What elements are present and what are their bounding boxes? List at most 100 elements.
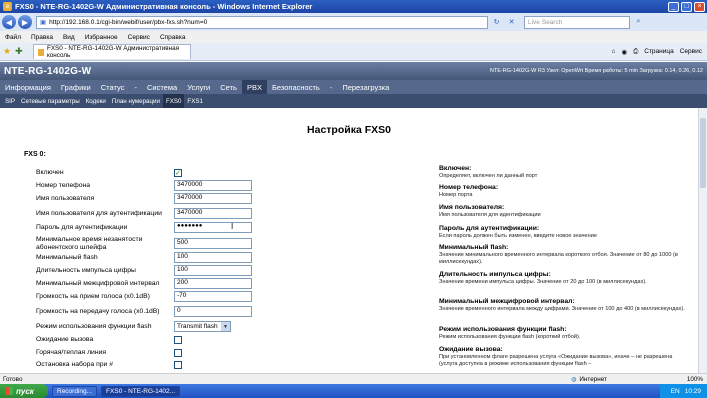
subnav-fxs0[interactable]: FXS0 [162,94,185,108]
auth-username-input[interactable]: 3470000 [174,208,252,219]
help-desc: Если пароль должен быть изменен, введите… [439,233,597,239]
globe-icon: ◍ [570,375,577,383]
field-min-flash: Минимальный flash 100 [36,251,266,264]
clock: 10:29 [684,387,701,395]
url-text: http://192.168.0.1/cgi-bin/webif/user/pb… [49,18,208,26]
nav-info[interactable]: Информация [0,80,56,94]
search-icon[interactable]: ⌕ [632,16,645,29]
help-desc: Режим использования функции flash (корот… [439,334,581,340]
tools-menu[interactable]: Сервис [680,48,702,55]
tx-gain-input[interactable]: 0 [174,306,252,317]
field-label: Громкость на передачу голоса (x0.1dB) [36,307,160,315]
page-menu[interactable]: Страница [644,48,673,55]
menu-favorites[interactable]: Избранное [85,34,118,41]
menu-view[interactable]: Вид [63,34,75,41]
close-button[interactable]: × [694,1,705,12]
help-item: Ожидание вызова: При установленном флаге… [439,346,689,368]
subnav-codecs[interactable]: Кодеки [83,94,109,108]
help-desc: Имя пользователя для идентификации [439,212,541,218]
field-call-waiting: Ожидание вызова [36,333,266,346]
call-waiting-checkbox[interactable] [174,335,182,344]
menu-help[interactable]: Справка [160,34,186,41]
section-title: FXS 0: [24,151,46,158]
nav-graphs[interactable]: Графики [56,80,96,94]
digit-pulse-input[interactable]: 100 [174,265,252,276]
menu-edit[interactable]: Правка [31,34,53,41]
auth-password-input[interactable]: ●●●●●●● [174,222,252,233]
minimize-button[interactable]: _ [668,1,679,12]
router-logo: NTE-RG-1402G-W [4,65,92,77]
subnav-network[interactable]: Сетевые параметры [18,94,83,108]
task-recording[interactable]: Recording... [52,385,98,397]
language-indicator[interactable]: EN [671,388,680,395]
stop-icon[interactable]: ✕ [505,16,518,29]
help-desc: Значение временного интервала между цифр… [439,306,685,312]
field-label: Режим использования функции flash [36,322,152,330]
start-label: пуск [16,386,34,396]
field-label: Номер телефона [36,181,91,189]
help-item: Номер телефона: Номер порта [439,184,689,199]
username-input[interactable]: 3470000 [174,193,252,204]
rx-gain-input[interactable]: -70 [174,291,252,302]
back-button[interactable]: ◀ [2,15,16,29]
help-title: Имя пользователя: [439,204,505,211]
interdigit-input[interactable]: 200 [174,278,252,289]
browser-tab[interactable]: FXS0 - NTE-RG-1402G-W Административная к… [32,44,191,59]
menu-tools[interactable]: Сервис [128,34,150,41]
page-icon: ▣ [40,19,47,26]
stop-dial-checkbox[interactable] [174,360,182,369]
subnav-fxs1[interactable]: FXS1 [184,94,205,108]
hotline-checkbox[interactable] [174,348,182,357]
print-icon[interactable]: ⎙ [633,48,638,56]
subnav-dialplan[interactable]: План нумерации [109,94,163,108]
menu-bar: Файл Правка Вид Избранное Сервис Справка [0,31,707,43]
maximize-button[interactable]: □ [681,1,692,12]
window-title: FXS0 - NTE-RG-1402G-W Административная к… [15,2,313,11]
window-titlebar: e FXS0 - NTE-RG-1402G-W Административная… [0,0,707,13]
zone-label: Интернет [579,375,607,383]
help-item: Имя пользователя: Имя пользователя для и… [439,204,689,219]
url-field[interactable]: ▣ http://192.168.0.1/cgi-bin/webif/user/… [36,15,488,29]
phone-input[interactable]: 3470000 [174,180,252,191]
field-phone: Номер телефона 3470000 [36,179,266,192]
field-min-idle: Минимальное время незанятости абонентско… [36,235,266,252]
search-input[interactable]: Live Search [524,15,630,29]
help-title: Режим использования функции flash: [439,326,567,333]
scrollbar-thumb[interactable] [700,118,706,188]
nav-services[interactable]: Услуги [182,80,215,94]
task-browser[interactable]: FXS0 - NTE-RG-1402... [101,385,181,397]
field-enabled: Включен ✓ [36,166,266,179]
system-tray: EN 10:29 [659,384,707,398]
nav-reboot[interactable]: Перезагрузка [337,80,394,94]
field-digit-pulse: Длительность импульса цифры 100 [36,264,266,277]
enabled-checkbox[interactable]: ✓ [174,168,182,177]
windows-logo-icon [5,387,13,395]
zoom-level[interactable]: 100% [687,376,703,383]
min-flash-input[interactable]: 100 [174,252,252,263]
add-favorites-icon[interactable]: ✚ [15,46,23,57]
forward-button[interactable]: ▶ [18,15,32,29]
help-desc: Номер порта [439,192,473,198]
nav-network[interactable]: Сеть [215,80,242,94]
field-label: Горячая/теплая линия [36,348,107,356]
flash-mode-select[interactable]: Transmit flash ▼ [174,321,231,332]
ie-icon: e [3,2,12,11]
help-title: Минимальный flash: [439,244,509,251]
nav-pbx[interactable]: PBX [241,80,267,94]
min-idle-input[interactable]: 500 [174,238,252,249]
vertical-scrollbar[interactable] [698,108,707,373]
feeds-icon[interactable]: ◉ [621,48,627,56]
start-button[interactable]: пуск [0,384,48,398]
nav-status[interactable]: Статус [96,80,130,94]
subnav-sip[interactable]: SIP [2,94,18,108]
help-item: Минимальный flash: Значение минимального… [439,244,689,266]
field-tx-gain: Громкость на передачу голоса (x0.1dB) 0 [36,303,266,320]
nav-system[interactable]: Система [142,80,182,94]
refresh-icon[interactable]: ↻ [490,16,503,29]
home-icon[interactable]: ⌂ [611,48,615,55]
menu-file[interactable]: Файл [5,34,21,41]
help-desc: Значение минимального временного интерва… [439,252,678,265]
taskbar: пуск Recording... FXS0 - NTE-RG-1402... … [0,384,707,398]
favorites-star-icon[interactable]: ★ [3,46,11,57]
nav-security[interactable]: Безопасность [267,80,325,94]
